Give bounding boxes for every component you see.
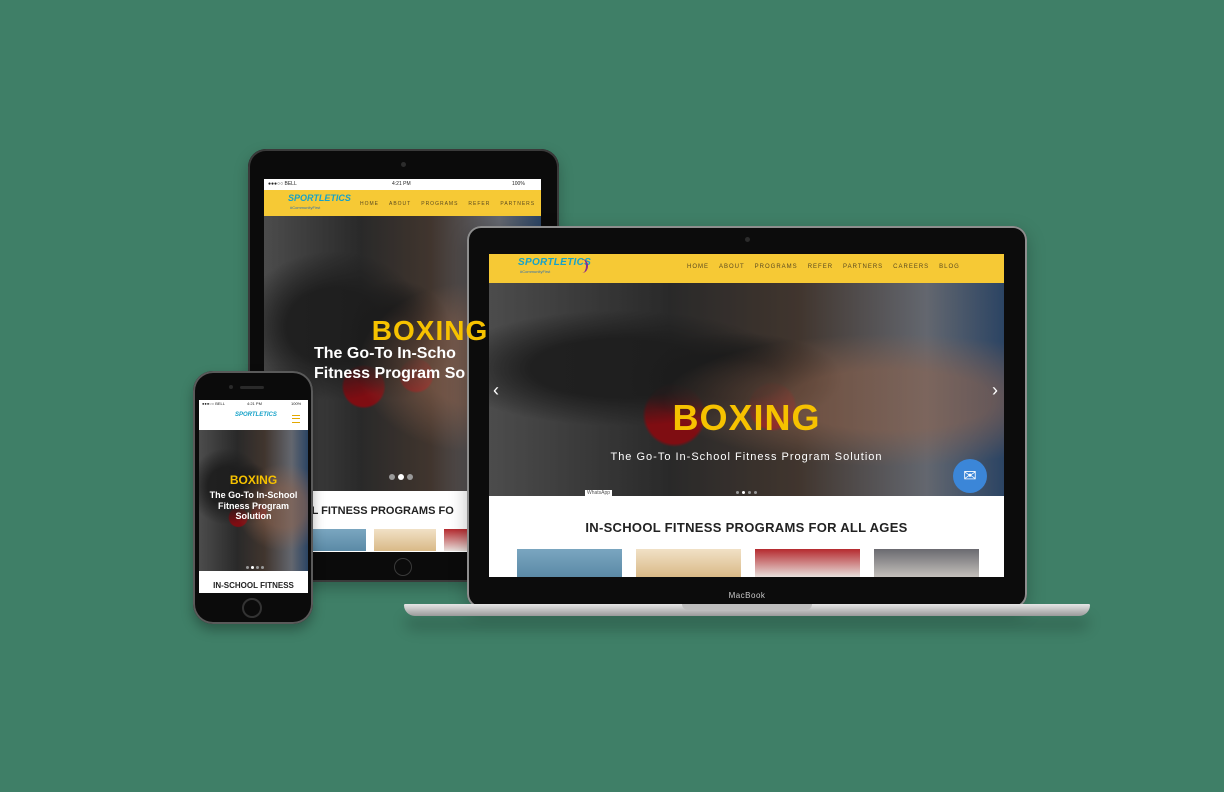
whatsapp-label[interactable]: WhatsApp [585,490,613,496]
slider-dot[interactable] [389,474,395,480]
slider-dot[interactable] [261,566,264,569]
nav-programs[interactable]: PROGRAMS [421,201,458,207]
hero-subtitle: The Go-To In-School Fitness Program Solu… [610,451,883,463]
tablet-nav-bar: SPORTLETICS #CommunityFirst HOME ABOUT P… [264,190,541,216]
time-text: 4:21 PM [247,401,262,406]
program-thumbnail[interactable] [874,549,979,577]
phone-screen: ●●●○○ BELL 4:21 PM 100% SPORTLETICS BOXI… [199,400,308,593]
slider-dot[interactable] [754,491,757,494]
slider-dot[interactable] [398,474,404,480]
battery-text: 100% [291,401,302,406]
slider-dot[interactable] [256,566,259,569]
hero-subtitle: The Go-To In-Scho Fitness Program So [314,344,541,384]
nav-blog[interactable]: BLOG [939,264,960,270]
nav-refer[interactable]: REFER [808,264,833,270]
time-text: 4:21 PM [392,181,411,187]
nav-careers[interactable]: CAREERS [893,264,929,270]
program-thumbnail[interactable] [304,529,366,551]
hero-subtitle: The Go-To In-School Fitness Program Solu… [209,490,298,521]
slider-dot[interactable] [748,491,751,494]
laptop-hero-image [489,283,1004,496]
tablet-camera [401,162,406,167]
logo[interactable]: SPORTLETICS [235,412,277,418]
hero-title: BOXING [672,397,821,438]
nav-about[interactable]: ABOUT [719,264,745,270]
logo[interactable]: SPORTLETICS [288,193,351,203]
slider-dots [736,491,757,494]
slider-dot[interactable] [742,491,745,494]
slider-dots [389,474,413,480]
section-title: IN-SCHOOL FITNESS PROGRAMS FOR ALL AGES [585,520,908,535]
slider-dot[interactable] [407,474,413,480]
nav-home[interactable]: HOME [687,264,709,270]
carrier-text: ●●●○○ BELL [268,181,297,187]
hero-subtitle-line-2: Fitness Program So [314,365,466,382]
hero-title: BOXING [229,473,278,487]
laptop-hinge-notch [682,604,812,610]
phone-home-button[interactable] [242,598,262,618]
laptop-camera [745,237,750,242]
program-thumbnail[interactable] [374,529,436,551]
carrier-text: ●●●○○ BELL [202,401,225,406]
logo-tagline: #CommunityFirst [520,269,551,274]
hero-title: BOXING [371,315,489,346]
section-title: IN-SCHOOL FITNESS [213,581,294,590]
nav-partners[interactable]: PARTNERS [843,264,883,270]
logo-tagline: #CommunityFirst [290,205,321,210]
nav-refer[interactable]: REFER [468,201,490,207]
program-thumbnail[interactable] [755,549,860,577]
program-thumbnail[interactable] [636,549,741,577]
program-thumbnail[interactable] [517,549,622,577]
phone-status-bar: ●●●○○ BELL 4:21 PM 100% [199,400,308,407]
hamburger-menu-icon[interactable] [292,415,300,423]
slider-dot[interactable] [736,491,739,494]
slider-dot[interactable] [246,566,249,569]
battery-text: 100% [512,181,525,187]
phone-speaker [240,386,264,389]
tablet-status-bar: ●●●○○ BELL 4:21 PM 100% [264,179,541,190]
phone-camera [229,385,233,389]
logo-figure-icon [576,259,588,273]
laptop-screen: SPORTLETICS #CommunityFirst HOME ABOUT P… [489,254,1004,577]
program-thumbnails [517,549,979,577]
laptop-brand-label: MacBook [728,591,766,600]
slider-dot[interactable] [251,566,254,569]
tablet-menu: HOME ABOUT PROGRAMS REFER PARTNERS [360,201,535,207]
hero-subtitle-line-1: The Go-To In-Scho [314,345,456,362]
nav-about[interactable]: ABOUT [389,201,411,207]
nav-programs[interactable]: PROGRAMS [755,264,798,270]
slider-dots [246,566,264,569]
laptop-nav-bar: SPORTLETICS #CommunityFirst HOME ABOUT P… [489,254,1004,283]
laptop-menu: HOME ABOUT PROGRAMS REFER PARTNERS CAREE… [687,264,960,270]
nav-partners[interactable]: PARTNERS [500,201,535,207]
tablet-home-button[interactable] [394,558,412,576]
mail-icon[interactable]: ✉ [953,459,987,493]
nav-home[interactable]: HOME [360,201,379,207]
